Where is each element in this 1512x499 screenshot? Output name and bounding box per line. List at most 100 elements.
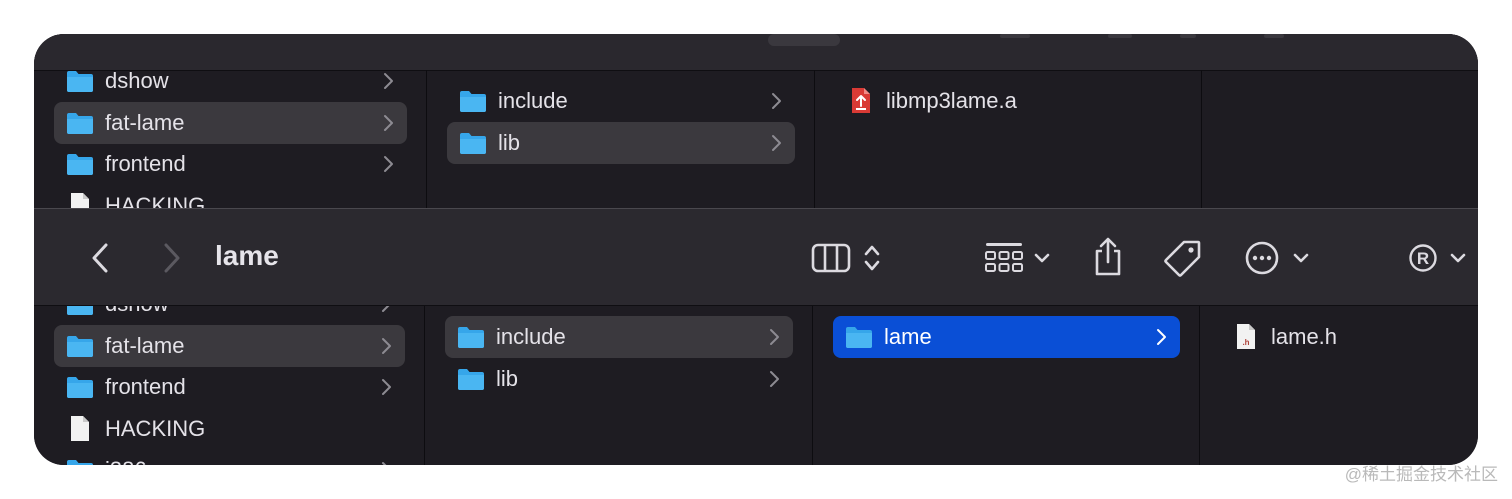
doc-icon-wrap: [66, 192, 94, 208]
share-button[interactable]: [1090, 235, 1126, 279]
file-row[interactable]: include: [445, 316, 793, 358]
back-button[interactable]: [86, 239, 114, 277]
column-3[interactable]: lame: [813, 306, 1200, 465]
document-icon: [71, 192, 89, 208]
chevron-right-icon: [382, 337, 391, 354]
folder-icon: [67, 335, 93, 357]
folder-icon-wrap: [845, 325, 873, 349]
file-row[interactable]: fat-lame: [54, 324, 405, 367]
folder-icon: [460, 91, 486, 112]
file-row[interactable]: i386: [54, 449, 405, 465]
folder-icon: [67, 460, 93, 465]
chevron-right-icon: [1157, 329, 1166, 345]
file-row-label: dshow: [105, 70, 169, 93]
svg-text:R: R: [1417, 249, 1429, 268]
file-row[interactable]: lame: [833, 316, 1180, 358]
file-row-label: include: [496, 324, 566, 349]
back-window-toolbar: [34, 34, 1478, 71]
folder-icon-wrap: [66, 111, 94, 135]
finder-screenshot-frame: dshow fat-lame frontend HACKING include lib …: [34, 34, 1478, 465]
more-actions-button[interactable]: [1242, 239, 1322, 277]
chevron-right-icon: [382, 462, 387, 465]
finder-window-front: lame R fat-lame frontend HACKING include…: [34, 208, 1478, 465]
ellipsis-circle-icon: [1245, 241, 1309, 275]
view-mode-button[interactable]: [810, 239, 888, 277]
group-button[interactable]: [982, 239, 1056, 277]
folder-icon-wrap: [66, 306, 94, 316]
file-row[interactable]: frontend: [54, 143, 407, 185]
archive-icon-wrap: [847, 88, 875, 113]
chevron-right-icon: [772, 134, 781, 151]
folder-icon: [67, 377, 93, 398]
folder-icon-wrap: [459, 131, 487, 155]
header-icon-wrap: .h: [1232, 324, 1260, 349]
file-row[interactable]: dshow: [54, 306, 405, 325]
chevron-right-icon: [770, 329, 779, 345]
file-row-label: lib: [496, 365, 519, 391]
file-row-label: dshow: [105, 306, 169, 317]
tag-icon: [1164, 240, 1201, 277]
file-row-label: i386: [105, 457, 147, 465]
folder-icon-wrap: [66, 152, 94, 176]
registered-button[interactable]: R: [1406, 239, 1472, 277]
doc-icon-wrap: [66, 415, 94, 441]
file-row[interactable]: libmp3lame.a: [835, 80, 1182, 122]
file-row-label: lame.h: [1271, 324, 1338, 349]
file-row[interactable]: include: [447, 80, 795, 122]
file-row[interactable]: fat-lame: [54, 101, 407, 144]
chevron-right-icon: [384, 73, 393, 89]
column-3[interactable]: libmp3lame.a: [815, 70, 1202, 208]
file-row[interactable]: dshow: [54, 70, 407, 102]
document-icon: [71, 415, 89, 441]
file-row-label: HACKING: [105, 192, 206, 209]
toolbar-fragment: [1264, 34, 1284, 38]
file-row[interactable]: HACKING: [54, 408, 405, 450]
folder-icon: [460, 132, 486, 154]
column-1[interactable]: dshow fat-lame frontend HACKING: [34, 70, 427, 208]
file-row[interactable]: lib: [445, 358, 793, 400]
column-view-icon: [811, 243, 880, 273]
forward-button[interactable]: [158, 239, 186, 277]
folder-icon: [67, 112, 93, 134]
folder-icon-wrap: [457, 367, 485, 391]
file-row-label: libmp3lame.a: [886, 88, 1017, 113]
folder-icon-wrap: [459, 89, 487, 113]
file-row-label: lib: [498, 129, 521, 155]
chevron-right-icon: [382, 306, 390, 312]
column-2[interactable]: include lib: [425, 306, 813, 465]
column-2[interactable]: include lib: [427, 70, 815, 208]
folder-icon-wrap: [66, 458, 94, 465]
folder-icon-wrap: [66, 375, 94, 399]
column-1[interactable]: dshow fat-lame frontend HACKING i386: [34, 306, 425, 465]
header-file-icon: .h: [1237, 324, 1255, 349]
toolbar-fragment: [1000, 34, 1030, 38]
toolbar: lame R: [34, 208, 1478, 306]
toolbar-fragment: [768, 34, 840, 46]
file-row[interactable]: frontend: [54, 366, 405, 408]
finder-window-back: dshow fat-lame frontend HACKING include lib …: [34, 34, 1478, 208]
file-row-label: include: [498, 88, 568, 113]
chevron-right-icon: [384, 156, 393, 172]
share-icon: [1095, 237, 1121, 276]
chevron-right-icon: [382, 379, 391, 395]
folder-icon-wrap: [66, 70, 94, 93]
chevron-right-icon: [770, 370, 779, 387]
file-row[interactable]: HACKING: [54, 185, 407, 209]
folder-icon-wrap: [457, 325, 485, 349]
folder-icon: [846, 327, 872, 348]
file-row[interactable]: lib: [447, 121, 795, 164]
window-title: lame: [215, 240, 279, 271]
folder-icon: [67, 306, 93, 315]
file-row-label: frontend: [105, 374, 186, 399]
toolbar-fragment: [1108, 34, 1132, 38]
column-4[interactable]: .h lame.h: [1200, 306, 1478, 465]
column-4[interactable]: [1202, 70, 1478, 208]
chevron-right-icon: [164, 243, 180, 273]
file-row-label: lame: [884, 324, 932, 349]
folder-icon: [458, 368, 484, 390]
folder-icon-wrap: [66, 334, 94, 358]
tag-button[interactable]: [1162, 237, 1204, 279]
file-row[interactable]: .h lame.h: [1220, 316, 1458, 358]
toolbar-fragment: [1180, 34, 1196, 38]
file-row-label: fat-lame: [105, 109, 185, 135]
